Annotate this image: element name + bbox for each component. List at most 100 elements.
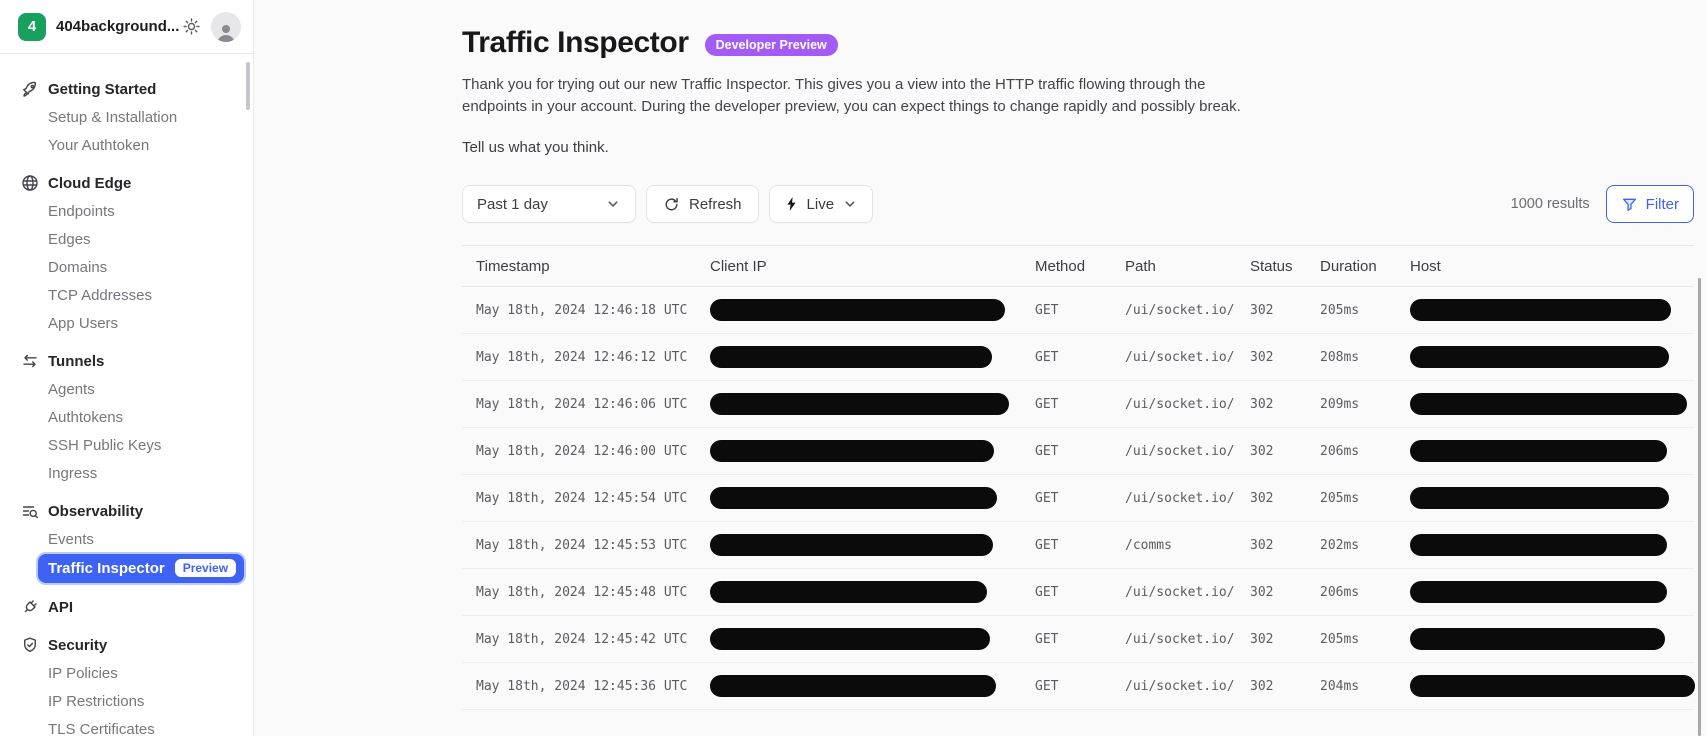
path-cell: /ui/socket.io/	[1125, 631, 1235, 647]
sidebar-item-ingress[interactable]: Ingress	[0, 459, 253, 487]
table-row[interactable]: May 18th, 2024 12:46:12 UTC GET /ui/sock…	[462, 334, 1694, 381]
sidebar-section-label: Observability	[48, 502, 144, 520]
path-cell: /ui/socket.io/	[1125, 490, 1235, 506]
path-cell: /ui/socket.io/	[1125, 396, 1235, 412]
sidebar: 4 404background... Getting Started Setup…	[0, 0, 254, 736]
refresh-label: Refresh	[689, 195, 742, 213]
table-row[interactable]: May 18th, 2024 12:45:42 UTC GET /ui/sock…	[462, 616, 1694, 663]
sidebar-item-ssh-public-keys[interactable]: SSH Public Keys	[0, 431, 253, 459]
filter-label: Filter	[1645, 195, 1679, 213]
sidebar-item-edges[interactable]: Edges	[0, 225, 253, 253]
traffic-table: Timestamp Client IP Method Path Status D…	[462, 245, 1695, 710]
redacted-host	[1410, 534, 1667, 556]
sidebar-item-setup-installation[interactable]: Setup & Installation	[0, 103, 253, 131]
redacted-host	[1410, 581, 1667, 603]
status-cell: 302	[1250, 631, 1274, 647]
chevron-down-icon	[605, 196, 621, 212]
refresh-button[interactable]: Refresh	[646, 185, 759, 223]
sidebar-nav: Getting Started Setup & Installation You…	[0, 54, 253, 736]
sidebar-section-label: Tunnels	[48, 352, 105, 370]
duration-cell: 205ms	[1320, 490, 1360, 506]
sidebar-section-cloud-edge[interactable]: Cloud Edge	[0, 169, 253, 197]
client-ip-cell	[710, 534, 1035, 556]
theme-toggle-sun-icon[interactable]	[179, 15, 203, 39]
client-ip-cell	[710, 299, 1035, 321]
chevron-down-icon	[842, 196, 858, 212]
method-cell: GET	[1035, 678, 1059, 694]
sidebar-section-security[interactable]: Security	[0, 631, 253, 659]
sidebar-item-domains[interactable]: Domains	[0, 253, 253, 281]
redacted-host	[1410, 675, 1695, 697]
sidebar-item-authtokens[interactable]: Authtokens	[0, 403, 253, 431]
timestamp-cell: May 18th, 2024 12:45:53 UTC	[476, 537, 688, 553]
redacted-client-ip	[710, 299, 1005, 321]
table-row[interactable]: May 18th, 2024 12:45:54 UTC GET /ui/sock…	[462, 475, 1694, 522]
user-avatar[interactable]	[211, 11, 241, 42]
live-toggle-button[interactable]: Live	[768, 185, 874, 223]
sidebar-scrollbar[interactable]	[246, 62, 250, 110]
main-scrollbar[interactable]	[1698, 278, 1701, 736]
table-row[interactable]: May 18th, 2024 12:45:48 UTC GET /ui/sock…	[462, 569, 1694, 616]
path-cell: /ui/socket.io/	[1125, 443, 1235, 459]
feedback-link[interactable]: Tell us what you think.	[462, 139, 1694, 156]
sidebar-item-ip-restrictions[interactable]: IP Restrictions	[0, 687, 253, 715]
duration-cell: 208ms	[1320, 349, 1360, 365]
account-name[interactable]: 404background...	[56, 18, 179, 35]
sidebar-section-observability[interactable]: Observability	[0, 497, 253, 525]
rocket-icon	[20, 79, 40, 99]
host-cell	[1410, 675, 1705, 697]
table-row[interactable]: May 18th, 2024 12:45:53 UTC GET /comms 3…	[462, 522, 1694, 569]
sidebar-section-getting-started[interactable]: Getting Started	[0, 75, 253, 103]
timestamp-cell: May 18th, 2024 12:45:54 UTC	[476, 490, 688, 506]
client-ip-cell	[710, 581, 1035, 603]
sidebar-item-your-authtoken[interactable]: Your Authtoken	[0, 131, 253, 159]
status-cell: 302	[1250, 678, 1274, 694]
sidebar-item-traffic-inspector[interactable]: Traffic Inspector Preview	[38, 553, 245, 583]
table-row[interactable]: May 18th, 2024 12:46:18 UTC GET /ui/sock…	[462, 287, 1694, 334]
filter-button[interactable]: Filter	[1605, 185, 1694, 223]
sidebar-item-agents[interactable]: Agents	[0, 375, 253, 403]
status-cell: 302	[1250, 490, 1274, 506]
method-cell: GET	[1035, 537, 1059, 553]
redacted-host	[1410, 628, 1665, 650]
sidebar-item-tls-certificates[interactable]: TLS Certificates	[0, 715, 253, 736]
sidebar-item-events[interactable]: Events	[0, 525, 253, 553]
time-range-select[interactable]: Past 1 day	[462, 185, 636, 223]
host-cell	[1410, 628, 1694, 650]
sidebar-section-api[interactable]: API	[0, 593, 253, 621]
path-cell: /ui/socket.io/	[1125, 584, 1235, 600]
table-row[interactable]: May 18th, 2024 12:46:00 UTC GET /ui/sock…	[462, 428, 1694, 475]
client-ip-cell	[710, 393, 1035, 415]
timestamp-cell: May 18th, 2024 12:46:00 UTC	[476, 443, 688, 459]
sidebar-item-app-users[interactable]: App Users	[0, 309, 253, 337]
account-logo-badge[interactable]: 4	[18, 12, 46, 41]
col-header-status: Status	[1250, 257, 1293, 275]
method-cell: GET	[1035, 584, 1059, 600]
developer-preview-badge: Developer Preview	[704, 34, 838, 56]
col-header-path: Path	[1125, 257, 1156, 275]
host-cell	[1410, 346, 1694, 368]
sidebar-section-tunnels[interactable]: Tunnels	[0, 347, 253, 375]
client-ip-cell	[710, 628, 1035, 650]
timestamp-cell: May 18th, 2024 12:45:42 UTC	[476, 631, 688, 647]
sidebar-section-label: Security	[48, 636, 108, 654]
sidebar-item-tcp-addresses[interactable]: TCP Addresses	[0, 281, 253, 309]
col-header-host: Host	[1410, 257, 1441, 275]
preview-badge: Preview	[174, 559, 237, 577]
redacted-client-ip	[710, 628, 990, 650]
status-cell: 302	[1250, 537, 1274, 553]
table-row[interactable]: May 18th, 2024 12:45:36 UTC GET /ui/sock…	[462, 663, 1695, 710]
redacted-host	[1410, 299, 1671, 321]
duration-cell: 209ms	[1320, 396, 1360, 412]
col-header-method: Method	[1035, 257, 1086, 275]
sidebar-item-ip-policies[interactable]: IP Policies	[0, 659, 253, 687]
results-count: 1000 results	[1510, 196, 1590, 212]
host-cell	[1410, 440, 1694, 462]
sidebar-item-endpoints[interactable]: Endpoints	[0, 197, 253, 225]
duration-cell: 205ms	[1320, 631, 1360, 647]
method-cell: GET	[1035, 302, 1059, 318]
method-cell: GET	[1035, 443, 1059, 459]
redacted-client-ip	[710, 440, 994, 462]
table-row[interactable]: May 18th, 2024 12:46:06 UTC GET /ui/sock…	[462, 381, 1694, 428]
col-header-timestamp: Timestamp	[476, 257, 550, 275]
